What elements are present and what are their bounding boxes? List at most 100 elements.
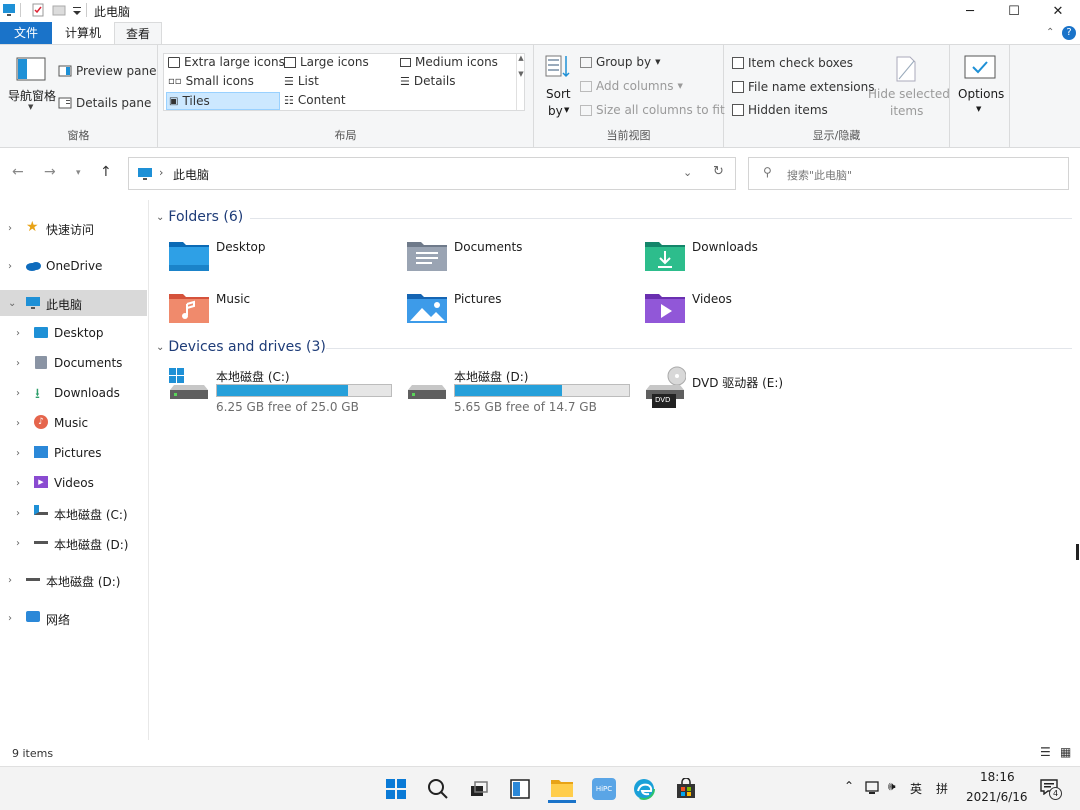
network-tray-icon[interactable] bbox=[864, 781, 880, 795]
folder-tile-videos[interactable]: Videos bbox=[644, 290, 874, 334]
chevron-right-icon[interactable]: › bbox=[8, 261, 12, 272]
chevron-right-icon[interactable]: › bbox=[16, 448, 20, 459]
chevron-down-icon[interactable]: ⌄ bbox=[156, 212, 164, 223]
drives-section-header[interactable]: ⌄ Devices and drives (3) bbox=[156, 339, 326, 355]
properties-icon[interactable] bbox=[31, 3, 45, 17]
task-view-button[interactable] bbox=[464, 775, 492, 803]
size-all-columns-button[interactable]: Size all columns to fit bbox=[580, 103, 725, 117]
large-icons-view-icon[interactable]: ▦ bbox=[1060, 745, 1071, 759]
back-arrow-icon[interactable]: ← bbox=[12, 164, 24, 180]
ime-mode-indicator[interactable]: 拼 bbox=[936, 780, 948, 797]
folders-section-header[interactable]: ⌄ Folders (6) bbox=[156, 209, 243, 225]
hidden-items-toggle[interactable]: Hidden items bbox=[732, 103, 828, 117]
nav-pane-button[interactable]: 导航窗格 ▼ bbox=[6, 51, 56, 111]
chevron-right-icon[interactable]: › bbox=[16, 538, 20, 549]
options-button[interactable]: Options ▼ bbox=[954, 53, 1006, 123]
item-check-boxes-toggle[interactable]: Item check boxes bbox=[732, 56, 853, 70]
checkbox[interactable] bbox=[732, 81, 744, 93]
help-icon[interactable]: ? bbox=[1062, 26, 1076, 40]
nav-item-drive-d-root[interactable]: › 本地磁盘 (D:) bbox=[0, 567, 147, 593]
chevron-right-icon[interactable]: › bbox=[16, 418, 20, 429]
layout-extra-large-icons[interactable]: Extra large icons bbox=[168, 55, 285, 69]
layout-tiles[interactable]: ▣ Tiles bbox=[166, 92, 280, 110]
maximize-button[interactable]: ☐ bbox=[992, 0, 1036, 22]
drive-tile-dvd[interactable]: DVD DVD 驱动器 (E:) bbox=[644, 366, 874, 414]
checkbox[interactable] bbox=[732, 104, 744, 116]
clock-time[interactable]: 18:16 bbox=[980, 770, 1015, 784]
folder-tile-documents[interactable]: Documents bbox=[406, 238, 636, 282]
nav-item-documents[interactable]: › Documents bbox=[0, 350, 147, 376]
address-bar[interactable]: › 此电脑 ⌄ ↻ bbox=[128, 157, 736, 190]
quick-access-dropdown-icon[interactable] bbox=[72, 3, 82, 17]
chevron-right-icon[interactable]: › bbox=[8, 613, 12, 624]
file-name-extensions-toggle[interactable]: File name extensions bbox=[732, 80, 875, 94]
layout-scrollbar[interactable]: ▲ ▼ bbox=[516, 54, 525, 110]
nav-item-drive-c[interactable]: › 本地磁盘 (C:) bbox=[0, 500, 147, 526]
minimize-ribbon-icon[interactable]: ⌃ bbox=[1046, 27, 1054, 38]
layout-details[interactable]: ☰ Details bbox=[400, 74, 455, 88]
breadcrumb-this-pc[interactable]: 此电脑 bbox=[173, 166, 209, 183]
drive-tile-d[interactable]: 本地磁盘 (D:) 5.65 GB free of 14.7 GB bbox=[406, 366, 636, 414]
show-hidden-icons-chevron-icon[interactable]: ⌃ bbox=[844, 779, 854, 793]
hide-selected-items-button[interactable]: Hide selected items bbox=[866, 53, 950, 123]
layout-content[interactable]: ☷ Content bbox=[284, 93, 346, 107]
nav-item-network[interactable]: › 网络 bbox=[0, 605, 147, 631]
chevron-right-icon[interactable]: › bbox=[16, 478, 20, 489]
folder-tile-downloads[interactable]: Downloads bbox=[644, 238, 874, 282]
chevron-down-icon[interactable]: ⌄ bbox=[156, 342, 164, 353]
nav-item-desktop[interactable]: › Desktop bbox=[0, 320, 147, 346]
tab-file[interactable]: 文件 bbox=[0, 22, 52, 44]
details-view-icon[interactable]: ☰ bbox=[1040, 745, 1051, 759]
folder-tile-desktop[interactable]: Desktop bbox=[168, 238, 398, 282]
widgets-button[interactable] bbox=[506, 775, 534, 803]
chevron-right-icon[interactable]: › bbox=[16, 358, 20, 369]
recent-locations-chevron-icon[interactable]: ▾ bbox=[76, 168, 81, 178]
address-dropdown-icon[interactable]: ⌄ bbox=[683, 166, 692, 179]
add-columns-button[interactable]: Add columns ▼ bbox=[580, 79, 683, 93]
layout-large-icons[interactable]: Large icons bbox=[284, 55, 369, 69]
search-box[interactable]: ⚲ 搜索"此电脑" bbox=[748, 157, 1069, 190]
nav-item-videos[interactable]: › ▶ Videos bbox=[0, 470, 147, 496]
details-pane-button[interactable]: Details pane bbox=[58, 96, 151, 110]
clock-date[interactable]: 2021/6/16 bbox=[966, 790, 1028, 804]
nav-item-this-pc[interactable]: ⌄ 此电脑 bbox=[0, 290, 147, 316]
edge-button[interactable] bbox=[630, 775, 658, 803]
tab-view[interactable]: 查看 bbox=[114, 22, 163, 45]
folder-tile-music[interactable]: Music bbox=[168, 290, 398, 334]
nav-item-pictures[interactable]: › Pictures bbox=[0, 440, 147, 466]
store-button[interactable] bbox=[672, 775, 700, 803]
new-folder-icon[interactable] bbox=[52, 3, 66, 17]
refresh-icon[interactable]: ↻ bbox=[713, 164, 724, 179]
nav-item-downloads[interactable]: › ⭳ Downloads bbox=[0, 380, 147, 406]
layout-list[interactable]: ☰ List bbox=[284, 74, 319, 88]
chevron-right-icon[interactable]: › bbox=[8, 223, 12, 234]
nav-item-onedrive[interactable]: › OneDrive bbox=[0, 253, 147, 279]
preview-pane-button[interactable]: Preview pane bbox=[58, 64, 156, 78]
drive-tile-c[interactable]: 本地磁盘 (C:) 6.25 GB free of 25.0 GB bbox=[168, 366, 398, 414]
close-button[interactable]: ✕ bbox=[1036, 0, 1080, 22]
start-button[interactable] bbox=[382, 775, 410, 803]
layout-medium-icons[interactable]: Medium icons bbox=[400, 55, 498, 69]
minimize-button[interactable]: ─ bbox=[948, 0, 992, 22]
chevron-right-icon[interactable]: › bbox=[16, 508, 20, 519]
ime-language-indicator[interactable]: 英 bbox=[910, 780, 922, 797]
sort-by-button[interactable]: Sort by ▼ bbox=[542, 53, 574, 123]
nav-item-drive-d[interactable]: › 本地磁盘 (D:) bbox=[0, 530, 147, 556]
hipc-app-button[interactable]: HiPC bbox=[590, 775, 618, 803]
search-input[interactable]: 搜索"此电脑" bbox=[787, 167, 852, 183]
checkbox[interactable] bbox=[732, 57, 744, 69]
chevron-right-icon[interactable]: › bbox=[16, 328, 20, 339]
chevron-down-icon[interactable]: ⌄ bbox=[8, 298, 16, 309]
volume-icon[interactable]: 🕪 bbox=[888, 779, 896, 794]
up-arrow-icon[interactable]: ↑ bbox=[100, 164, 112, 180]
search-button[interactable] bbox=[424, 775, 452, 803]
group-by-button[interactable]: Group by ▼ bbox=[580, 55, 660, 69]
forward-arrow-icon[interactable]: → bbox=[44, 164, 56, 180]
layout-small-icons[interactable]: ▫▫ Small icons bbox=[168, 74, 254, 88]
tab-computer[interactable]: 计算机 bbox=[54, 22, 112, 44]
chevron-right-icon[interactable]: › bbox=[8, 575, 12, 586]
chevron-right-icon[interactable]: › bbox=[16, 388, 20, 399]
notification-center-button[interactable]: 4 bbox=[1040, 779, 1062, 801]
nav-item-music[interactable]: › ♪ Music bbox=[0, 410, 147, 436]
nav-item-quick-access[interactable]: › ★ 快速访问 bbox=[0, 215, 147, 241]
